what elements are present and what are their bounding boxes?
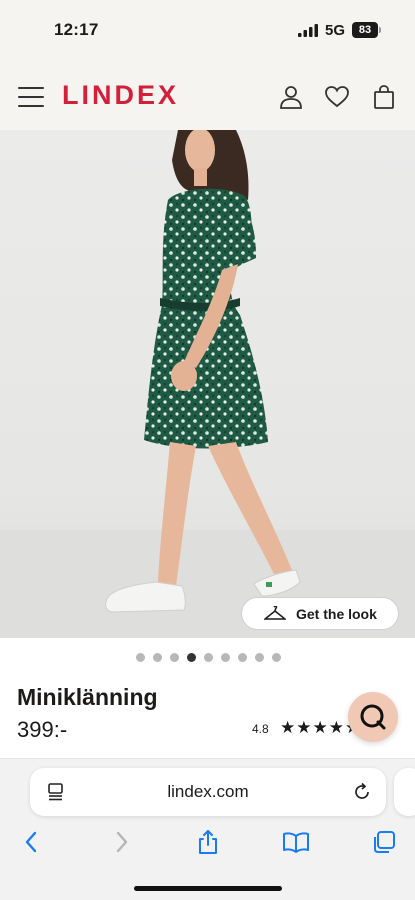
browser-toolbar: lindex.com xyxy=(0,758,415,900)
battery-tip xyxy=(379,27,381,33)
product-price: 399:- xyxy=(17,717,68,742)
pagination-dot[interactable] xyxy=(238,653,247,662)
site-header: LINDEX xyxy=(0,62,415,130)
back-icon[interactable] xyxy=(18,828,46,856)
share-icon[interactable] xyxy=(194,828,222,856)
product-image[interactable] xyxy=(0,130,415,638)
heart-icon[interactable] xyxy=(324,84,350,110)
pagination-dot[interactable] xyxy=(204,653,213,662)
get-the-look-button[interactable]: Get the look xyxy=(241,597,399,630)
pagination-dot[interactable] xyxy=(170,653,179,662)
lindex-logo[interactable]: LINDEX xyxy=(62,80,179,111)
status-time: 12:17 xyxy=(54,20,99,39)
product-name: Miniklänning xyxy=(17,684,158,710)
pagination-dot[interactable] xyxy=(153,653,162,662)
model-in-dress-illustration xyxy=(0,130,415,638)
get-the-look-label: Get the look xyxy=(296,605,377,622)
bookmarks-icon[interactable] xyxy=(282,828,310,856)
home-indicator xyxy=(134,886,282,891)
hanger-icon xyxy=(264,605,286,620)
reload-icon[interactable] xyxy=(352,782,372,802)
status-bar: 12:17 5G 83 xyxy=(0,0,415,62)
chat-icon xyxy=(360,704,386,730)
next-tab-peek[interactable] xyxy=(394,768,415,816)
battery-level: 83 xyxy=(358,24,372,36)
pagination-dots[interactable] xyxy=(136,653,281,662)
address-bar[interactable]: lindex.com xyxy=(30,768,386,816)
pagination-dot[interactable] xyxy=(187,653,196,662)
cellular-signal-icon xyxy=(298,24,318,37)
shopping-bag-icon[interactable] xyxy=(371,84,397,110)
network-type: 5G xyxy=(325,22,346,39)
pagination-dot[interactable] xyxy=(136,653,145,662)
menu-icon[interactable] xyxy=(18,87,44,107)
rating-value[interactable]: 4.8 xyxy=(252,722,269,736)
pagination-dot[interactable] xyxy=(221,653,230,662)
image-pagination xyxy=(0,638,415,676)
battery-icon: 83 xyxy=(352,22,378,38)
pagination-dot[interactable] xyxy=(255,653,264,662)
tabs-icon[interactable] xyxy=(370,828,398,856)
url-text[interactable]: lindex.com xyxy=(30,782,386,802)
pagination-dot[interactable] xyxy=(272,653,281,662)
chat-button[interactable] xyxy=(348,692,398,742)
forward-icon[interactable] xyxy=(107,828,135,856)
account-icon[interactable] xyxy=(278,84,304,110)
